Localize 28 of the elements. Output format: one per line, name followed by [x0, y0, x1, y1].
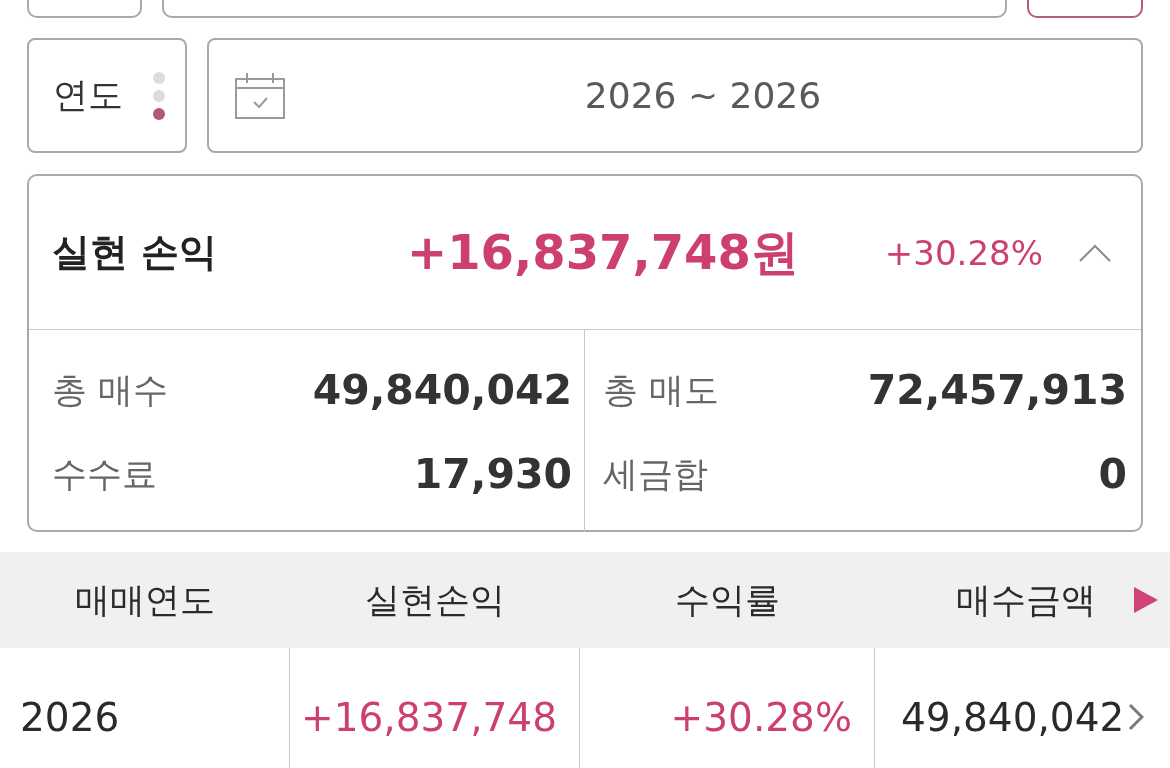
outlined-button[interactable] — [1027, 0, 1143, 18]
chevron-right-icon[interactable] — [1128, 703, 1145, 731]
triangle-right-icon[interactable] — [1134, 587, 1158, 613]
profit-amount: +16,837,748원 — [407, 222, 799, 282]
caret-up-icon[interactable] — [1079, 243, 1111, 262]
detail-value: 0 — [1098, 450, 1127, 498]
table-cell: +30.28% — [670, 694, 852, 740]
date-range-field[interactable]: 2026 ~ 2026 — [207, 38, 1143, 153]
column-header: 매매연도 — [75, 578, 215, 622]
table-cell: 49,840,042 — [901, 694, 1125, 740]
column-header: 실현손익 — [365, 578, 505, 622]
calendar-icon — [235, 72, 285, 119]
detail-value: 49,840,042 — [312, 366, 572, 414]
column-header: 매수금액 — [956, 578, 1096, 622]
dropdown-field[interactable] — [27, 0, 142, 18]
table-cell: 2026 — [20, 694, 120, 740]
profit-rate: +30.28% — [884, 232, 1043, 273]
summary-title: 실현 손익 — [52, 229, 218, 276]
detail-label: 총 매도 — [603, 368, 720, 412]
detail-value: 72,457,913 — [867, 366, 1127, 414]
detail-label: 세금합 — [603, 452, 708, 496]
table-cell: +16,837,748 — [301, 694, 557, 740]
detail-value: 17,930 — [413, 450, 572, 498]
detail-label: 총 매수 — [52, 368, 169, 412]
input-field[interactable] — [162, 0, 1007, 18]
detail-label: 수수료 — [52, 452, 157, 496]
period-selector[interactable]: 연도 — [27, 38, 187, 153]
column-header: 수익률 — [675, 578, 780, 622]
